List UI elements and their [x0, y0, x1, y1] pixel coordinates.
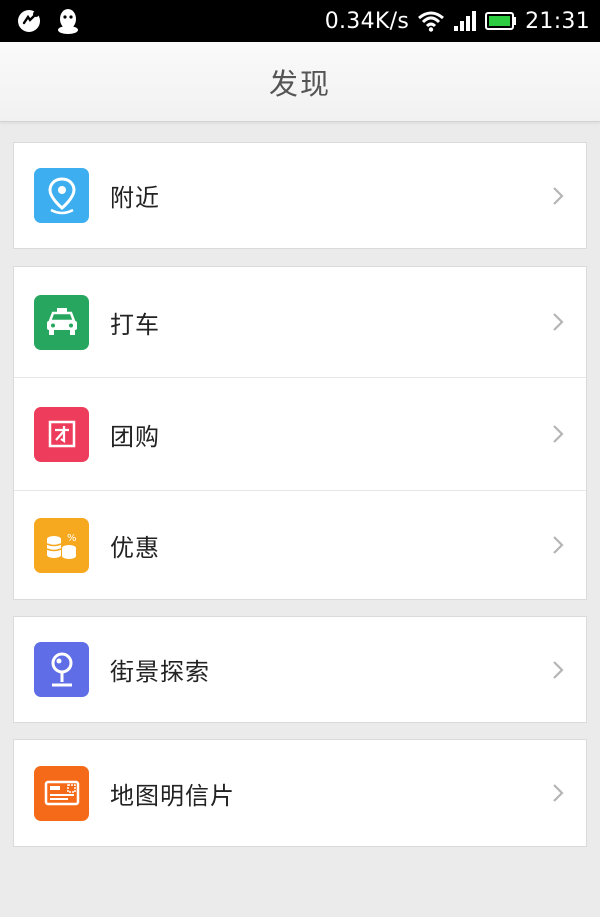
svg-text:%: % [67, 533, 77, 544]
menu-group-nearby: 附近 [13, 142, 587, 249]
menu-item-label: 优惠 [110, 533, 160, 562]
menu-item-label: 打车 [110, 310, 160, 339]
chevron-right-icon [552, 660, 564, 680]
menu-item-map-postcard[interactable]: 地图明信片 [14, 740, 586, 846]
chevron-right-icon [552, 783, 564, 803]
menu-item-label: 地图明信片 [110, 781, 235, 810]
chevron-right-icon [552, 424, 564, 444]
page-title: 发现 [268, 66, 331, 101]
groupbuy-icon [34, 406, 89, 462]
navigation-bar: 发现 [0, 42, 600, 122]
clock: 21:31 [525, 8, 590, 34]
menu-item-label: 附近 [110, 184, 160, 212]
menu-item-groupbuy[interactable]: 团购 [14, 377, 586, 490]
chevron-right-icon [552, 186, 564, 206]
network-speed: 0.34K/s [324, 8, 410, 34]
wifi-icon [417, 10, 445, 32]
postcard-icon [34, 765, 89, 821]
menu-item-taxi[interactable]: 打车 [14, 267, 586, 377]
qq-penguin-icon [56, 8, 80, 34]
menu-item-label: 团购 [110, 422, 160, 451]
menu-item-label: 街景探索 [110, 658, 210, 686]
menu-item-street-view[interactable]: 街景探索 [14, 617, 586, 722]
cell-signal-icon [453, 10, 477, 32]
location-pin-icon [34, 168, 89, 223]
menu-group-street: 街景探索 [13, 616, 587, 723]
battery-icon [485, 11, 517, 31]
coins-icon: % [34, 517, 89, 573]
chevron-right-icon [552, 312, 564, 332]
sync-call-icon [16, 8, 42, 34]
menu-group-postcard: 地图明信片 [13, 739, 587, 847]
chevron-right-icon [552, 535, 564, 555]
status-bar: 0.34K/s 21:31 [0, 0, 600, 42]
taxi-icon [34, 294, 89, 350]
menu-group-services: 打车 团购 % 优惠 [13, 266, 587, 600]
menu-item-deals[interactable]: % 优惠 [14, 490, 586, 599]
street-view-icon [34, 642, 89, 697]
menu-item-nearby[interactable]: 附近 [14, 143, 586, 248]
